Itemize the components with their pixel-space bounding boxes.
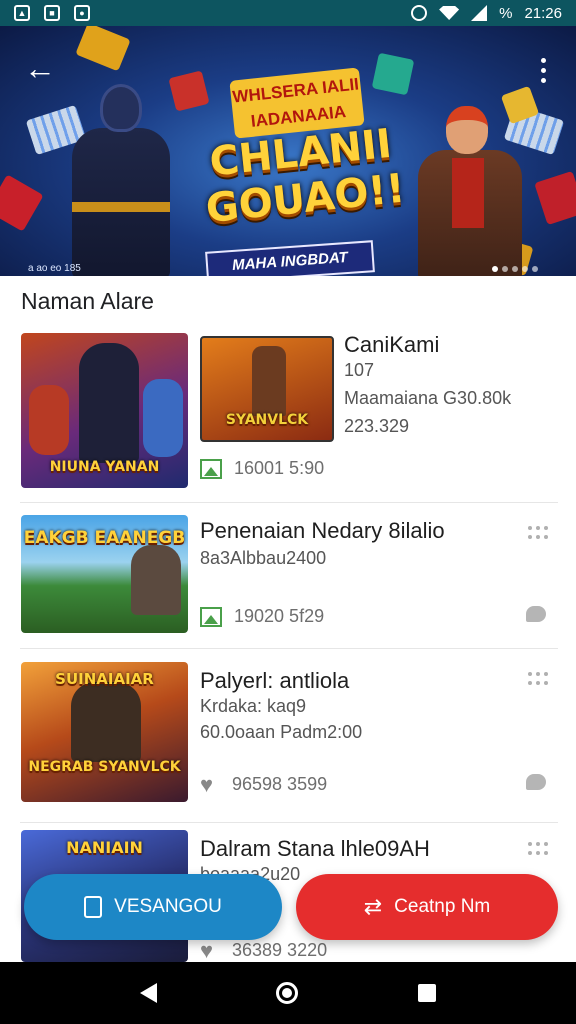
more-vert-icon[interactable] [530, 50, 556, 90]
item-meta: ♥ 36389 3220 [200, 939, 328, 961]
item-meta-text: 16001 5:90 [234, 458, 325, 478]
pager-dot[interactable] [512, 266, 518, 272]
notification-icons: ▲ ■ ● [14, 5, 90, 21]
floating-cube [534, 170, 576, 226]
item-detail: 60.0oaan Padm2:00 [200, 722, 363, 742]
item-meta-text: 36389 3220 [232, 940, 328, 960]
banner-small-text: a ao eo 185 [28, 263, 81, 274]
item-meta: 19020 5f29 [200, 606, 324, 627]
notification-icon: ▲ [14, 5, 30, 21]
share-button[interactable]: ⇄ Ceatnp Nm [296, 874, 558, 940]
item-title[interactable]: Penenaian Nedary 8ilalio [200, 518, 445, 544]
media-notification-icon: ● [74, 5, 90, 21]
hero-character-left [62, 84, 180, 276]
pager-dot[interactable] [522, 266, 528, 272]
item-meta-text: 96598 3599 [232, 774, 328, 794]
save-button[interactable]: VESANGOU [24, 874, 282, 940]
divider [20, 502, 558, 503]
nav-home-icon[interactable] [276, 982, 299, 1004]
hero-banner[interactable]: WHLSERA IALII IADANAAIA CHLANII GOUAO!! … [0, 26, 576, 276]
drag-handle-icon[interactable] [528, 672, 550, 686]
status-bar: ▲ ■ ● % 21:26 [0, 0, 576, 26]
game-thumbnail[interactable]: NIUNA YANAN [21, 333, 188, 488]
item-title[interactable]: Palyerl: antliola [200, 668, 349, 694]
divider [20, 648, 558, 649]
banner-tagline: MAHA INGBDAT [205, 240, 375, 276]
list-item[interactable]: SUINAIAIAR NEGRAB SYANVLCK Palyerl: antl… [0, 660, 576, 822]
save-button-label: VESANGOU [114, 896, 222, 917]
thumbnail-caption: SYANVLCK [225, 412, 309, 428]
item-title[interactable]: CaniKami [344, 332, 439, 358]
thumbnail-caption: EAKGB EAANEGB [23, 528, 186, 548]
item-meta: 16001 5:90 [200, 458, 324, 479]
thumbnail-caption: NEGRAB SYANVLCK [28, 759, 181, 775]
pager-dot[interactable] [492, 266, 498, 272]
back-arrow-icon[interactable]: ← [20, 48, 60, 88]
floating-cube [371, 52, 415, 96]
image-icon [200, 606, 222, 627]
comment-icon[interactable] [526, 774, 546, 790]
item-meta-text: 19020 5f29 [234, 606, 325, 626]
banner-pager[interactable] [492, 266, 538, 272]
nav-back-icon[interactable] [139, 983, 157, 1003]
game-thumbnail[interactable]: SUINAIAIAR NEGRAB SYANVLCK [21, 662, 188, 802]
game-thumbnail-secondary[interactable]: SYANVLCK [200, 336, 334, 442]
divider [20, 822, 558, 823]
list-item[interactable]: NIUNA YANAN SYANVLCK CaniKami 107 Maamai… [0, 332, 576, 502]
heart-icon[interactable]: ♥ [200, 773, 220, 795]
banner-title: CHLANII GOUAO!! [203, 120, 408, 233]
share-button-label: Ceatnp Nm [394, 896, 491, 917]
system-navigation-bar [0, 962, 576, 1024]
battery-label: % [499, 4, 513, 22]
floating-cube [0, 174, 44, 232]
drag-handle-icon[interactable] [528, 842, 550, 856]
section-title: Naman Alare [21, 288, 154, 314]
signal-icon [471, 5, 488, 21]
item-subtitle: Krdaka: kaq9 [200, 696, 307, 716]
alarm-icon [411, 5, 428, 21]
item-meta: ♥ 96598 3599 [200, 773, 328, 795]
share-icon: ⇄ [363, 894, 383, 919]
comment-icon[interactable] [526, 606, 546, 622]
image-icon [200, 458, 222, 479]
thumbnail-caption: NANIAIN [66, 838, 143, 857]
item-subtitle: Maamaiana G30.80k [344, 388, 512, 408]
nav-recents-icon[interactable] [418, 984, 437, 1002]
pager-dot[interactable] [532, 266, 538, 272]
hero-character-right [410, 106, 530, 276]
thumbnail-caption: SUINAIAIAR [55, 670, 154, 688]
item-count: 107 [344, 360, 375, 380]
pager-dot[interactable] [502, 266, 508, 272]
item-title[interactable]: Dalram Stana lhle09AH [200, 836, 430, 862]
heart-icon[interactable]: ♥ [200, 939, 220, 961]
floating-cube [75, 26, 131, 72]
system-icons: % 21:26 [411, 5, 562, 22]
drag-handle-icon[interactable] [528, 526, 550, 540]
save-icon [84, 896, 103, 918]
status-time: 21:26 [524, 4, 562, 22]
item-stat: 223.329 [344, 416, 410, 436]
list-item[interactable]: EAKGB EAANEGB Penenaian Nedary 8ilalio 8… [0, 514, 576, 648]
lock-notification-icon: ■ [44, 5, 60, 21]
thumbnail-caption: NIUNA YANAN [49, 459, 160, 475]
wifi-icon [439, 6, 460, 20]
item-subtitle: 8a3Albbau2400 [200, 548, 327, 568]
game-thumbnail[interactable]: EAKGB EAANEGB [21, 515, 188, 633]
